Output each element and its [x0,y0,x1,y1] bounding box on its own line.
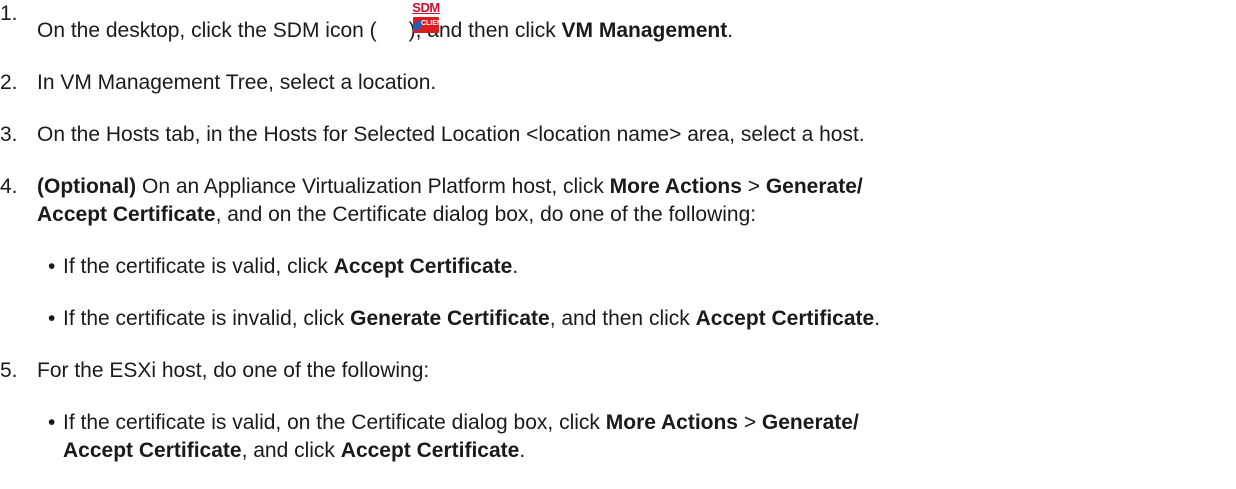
step-1-number: 1. [0,2,18,25]
step-5-number: 5. [0,359,18,382]
step-4-bullet-1-pre: If the certificate is valid, click [63,255,334,278]
sdm-client-icon: SDM CLIENT [411,0,446,34]
step-4-bullet-2-bold2: Accept Certificate [695,307,875,330]
step-4-bullet-1-bold: Accept Certificate [333,255,513,278]
step-3-number: 3. [0,123,18,146]
step-5-bullet-1-line-2: Accept Certificate, and click Accept Cer… [63,437,525,465]
step-4-bullet-2-mid: , and then click [549,307,696,330]
step-5-bullet-1-accept-certificate-2: Accept Certificate [340,439,520,462]
step-5-bullet-1-t2: > [737,411,762,434]
step-4-optional-label: (Optional) [37,175,137,198]
step-4-bullet-2-post: . [874,307,881,330]
step-1-text: On the desktop, click the SDM icon (), a… [37,17,733,45]
sdm-icon-badge-text: CLIENT [421,20,447,27]
step-4-accept-certificate: Accept Certificate [37,203,216,226]
step-5-bullet-1-generate: Generate/ [761,411,859,434]
step-4-bullet-2-pre: If the certificate is invalid, click [63,307,351,330]
step-3-text: On the Hosts tab, in the Hosts for Selec… [37,123,865,146]
step-4-t3: , and on the Certificate dialog box, do … [215,203,757,226]
step-5-bullet-1-more-actions: More Actions [605,411,738,434]
step-4-t1: On an Appliance Virtualization Platform … [136,175,610,198]
step-5-bullet-1-pre: If the certificate is valid, on the Cert… [63,411,606,434]
step-5-bullet-1-post: . [519,439,526,462]
step-5-bullet-1-t3: , and click [241,439,341,462]
step-4-text-line-1: (Optional) On an Appliance Virtualizatio… [37,173,863,201]
step-5-bullet-1-line-1: If the certificate is valid, on the Cert… [63,409,859,437]
step-5-bullet-1-accept-certificate: Accept Certificate [63,439,242,462]
step-1-pre: On the desktop, click the SDM icon ( [37,19,377,42]
sdm-icon-badge: CLIENT [413,17,446,33]
step-4-more-actions: More Actions [609,175,742,198]
step-5-text: For the ESXi host, do one of the followi… [37,359,430,382]
step-4-number: 4. [0,175,18,198]
step-4-bullet-1-post: . [512,255,519,278]
step-1-bold-vm-management: VM Management [561,19,728,42]
step-2-number: 2. [0,71,18,94]
step-4-bullet-2-text: If the certificate is invalid, click Gen… [63,305,880,333]
step-4-bullet-1-text: If the certificate is valid, click Accep… [63,253,518,281]
step-4-bullet-2-bold: Generate Certificate [350,307,550,330]
step-2-text: In VM Management Tree, select a location… [37,71,437,94]
step-1-post: . [727,19,734,42]
step-5-bullet-1-marker: • [48,411,56,434]
step-4-generate: Generate/ [765,175,863,198]
step-4-bullet-2-marker: • [48,307,56,330]
step-4-bullet-1-marker: • [48,255,56,278]
step-4-text-line-2: Accept Certificate, and on the Certifica… [37,201,756,229]
sdm-icon-label: SDM [412,0,440,15]
step-4-t2: > [741,175,766,198]
